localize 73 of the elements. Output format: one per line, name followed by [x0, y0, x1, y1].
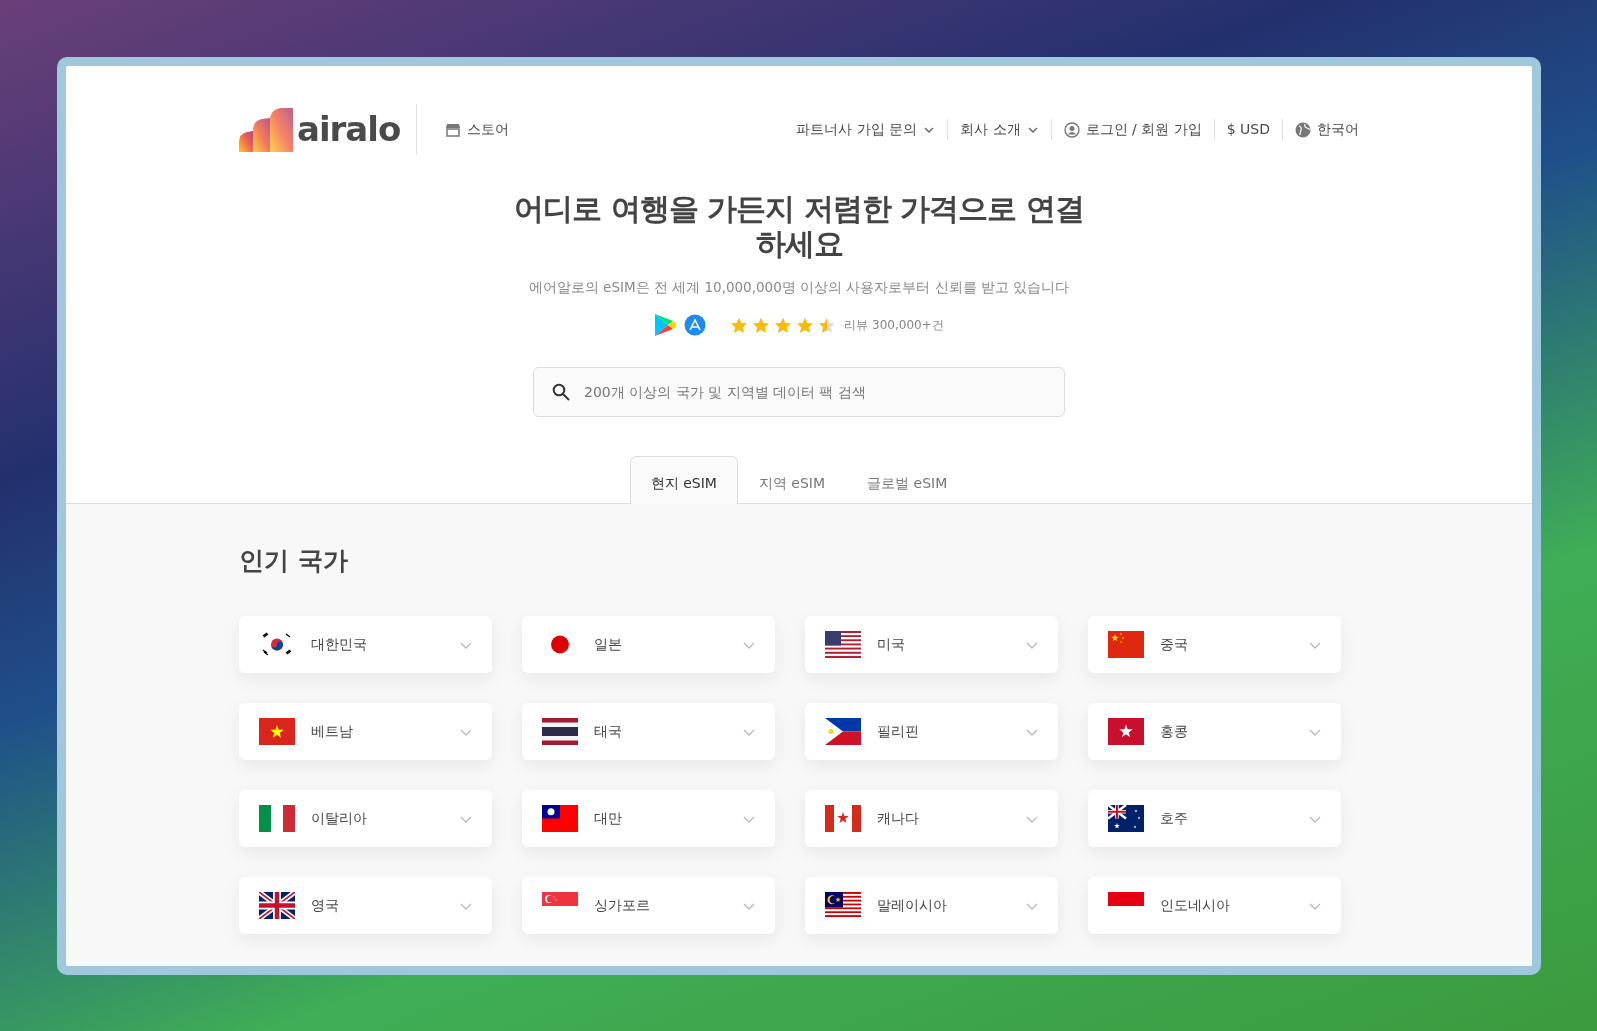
store-link[interactable]: 스토어 — [433, 119, 522, 140]
flag-icon — [542, 718, 578, 746]
country-card[interactable]: 태국 — [522, 703, 775, 761]
nav-dropdown[interactable]: 회사 소개 — [948, 119, 1051, 140]
flag-icon — [542, 892, 578, 907]
country-name: 영국 — [311, 896, 340, 916]
tab[interactable]: 지역 eSIM — [737, 456, 847, 505]
star-icon — [796, 316, 815, 334]
flag-icon — [825, 805, 861, 833]
globe-icon — [1295, 121, 1311, 138]
star-icon — [818, 316, 837, 334]
flag-icon — [825, 631, 861, 659]
country-card[interactable]: 베트남 — [239, 703, 492, 761]
country-card[interactable]: 대한민국 — [239, 616, 492, 674]
user-icon — [1063, 121, 1080, 138]
country-name: 대만 — [594, 809, 623, 829]
star-icon — [774, 316, 793, 334]
country-card[interactable]: 인도네시아 — [1088, 877, 1341, 935]
country-card[interactable]: 필리핀 — [805, 703, 1058, 761]
search-icon — [552, 383, 570, 402]
flag-icon — [542, 805, 578, 833]
country-card[interactable]: 이탈리아 — [239, 790, 492, 848]
search-field[interactable]: 200개 이상의 국가 및 지역별 데이터 팩 검색 — [533, 367, 1065, 418]
nav-link[interactable]: 로그인 / 회원 가입 — [1051, 119, 1214, 140]
country-name: 일본 — [594, 635, 623, 655]
country-name: 호주 — [1160, 809, 1189, 829]
flag-icon — [1108, 892, 1144, 907]
country-name: 미국 — [877, 635, 906, 655]
nav-link[interactable]: $ USD — [1214, 119, 1282, 140]
country-card[interactable]: 미국 — [805, 616, 1058, 674]
hero-subtitle: 에어알로의 eSIM은 전 세계 10,000,000명 이상의 사용자로부터 신뢰를 받고 있습니다 — [528, 278, 1070, 298]
flag-icon — [259, 718, 295, 746]
country-name: 싱가포르 — [594, 896, 651, 916]
country-card[interactable]: 중국 — [1088, 616, 1341, 674]
country-name: 말레이시아 — [877, 896, 948, 916]
country-name: 태국 — [594, 722, 623, 742]
country-name: 이탈리아 — [311, 809, 368, 829]
nav-link[interactable]: 한국어 — [1283, 119, 1359, 140]
country-name: 대한민국 — [311, 635, 368, 655]
play-store-icon[interactable] — [654, 313, 677, 338]
logo-icon — [239, 107, 293, 152]
country-name: 인도네시아 — [1160, 896, 1231, 916]
app-store-icon[interactable] — [684, 314, 707, 337]
logo[interactable]: airalo — [239, 104, 401, 155]
flag-icon — [825, 718, 861, 746]
nav-dropdown[interactable]: 파트너사 가입 문의 — [784, 119, 948, 140]
country-card[interactable]: 영국 — [239, 877, 492, 935]
country-card[interactable]: 호주 — [1088, 790, 1341, 848]
flag-icon — [259, 892, 295, 920]
country-name: 중국 — [1160, 635, 1189, 655]
flag-icon — [1108, 718, 1144, 746]
country-name: 캐나다 — [877, 809, 920, 829]
country-card[interactable]: 싱가포르 — [522, 877, 775, 935]
section-title: 인기 국가 — [239, 546, 349, 577]
country-card[interactable]: 캐나다 — [805, 790, 1058, 848]
store-icon — [445, 121, 462, 138]
country-card[interactable]: 대만 — [522, 790, 775, 848]
flag-icon — [259, 805, 295, 833]
star-icon — [730, 316, 749, 334]
tab[interactable]: 현지 eSIM — [629, 456, 738, 505]
hero-title: 어디로 여행을 가든지 저렴한 가격으로 연결하세요 — [513, 191, 1085, 262]
flag-icon — [1108, 805, 1144, 833]
flag-icon — [1108, 631, 1144, 659]
flag-icon — [825, 892, 861, 920]
country-card[interactable]: 일본 — [522, 616, 775, 674]
country-name: 베트남 — [311, 722, 354, 742]
country-name: 필리핀 — [877, 722, 920, 742]
country-name: 홍콩 — [1160, 722, 1189, 742]
review-count: 리뷰 300,000+건 — [844, 317, 944, 335]
country-card[interactable]: 말레이시아 — [805, 877, 1058, 935]
tab[interactable]: 글로벌 eSIM — [846, 456, 969, 505]
star-icon — [752, 316, 771, 334]
country-card[interactable]: 홍콩 — [1088, 703, 1341, 761]
